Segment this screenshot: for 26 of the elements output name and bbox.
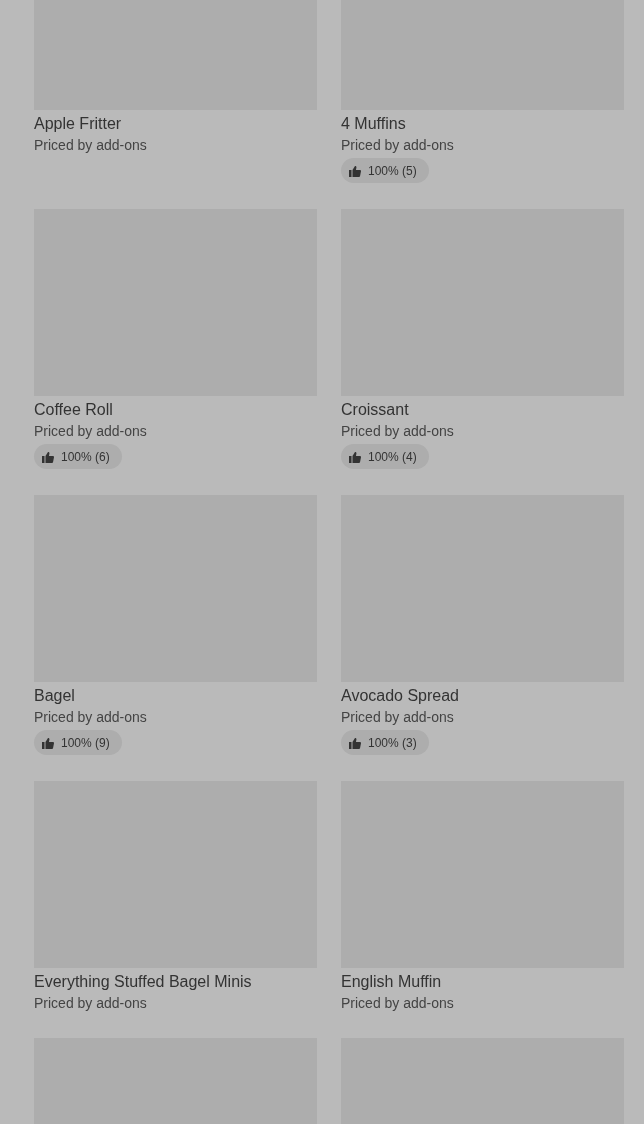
item-name: English Muffin	[341, 972, 442, 992]
rating-text: 100% (3)	[368, 734, 418, 752]
thumbs-up-icon	[349, 736, 361, 749]
price-note: Priced by add-ons	[341, 136, 454, 154]
item-name: Croissant	[341, 400, 409, 420]
thumbs-up-icon	[349, 450, 361, 463]
item-name: Apple Fritter	[34, 114, 122, 134]
rating-text: 100% (6)	[61, 448, 111, 466]
item-name: Coffee Roll	[34, 400, 113, 420]
thumbs-up-icon	[349, 164, 361, 177]
item-name: Avocado Spread	[341, 686, 459, 706]
price-note: Priced by add-ons	[34, 136, 147, 154]
item-name: Everything Stuffed Bagel Minis	[34, 972, 252, 992]
rating-text: 100% (9)	[61, 734, 111, 752]
rating-text: 100% (4)	[368, 448, 418, 466]
rating-text: 100% (5)	[368, 162, 418, 180]
price-note: Priced by add-ons	[341, 422, 454, 440]
item-name: 4 Muffins	[341, 114, 406, 134]
price-note: Priced by add-ons	[34, 994, 147, 1012]
price-note: Priced by add-ons	[341, 994, 454, 1012]
price-note: Priced by add-ons	[34, 708, 147, 726]
thumbs-up-icon	[42, 736, 54, 749]
price-note: Priced by add-ons	[341, 708, 454, 726]
thumbs-up-icon	[42, 450, 54, 463]
price-note: Priced by add-ons	[34, 422, 147, 440]
item-name: Bagel	[34, 686, 75, 706]
